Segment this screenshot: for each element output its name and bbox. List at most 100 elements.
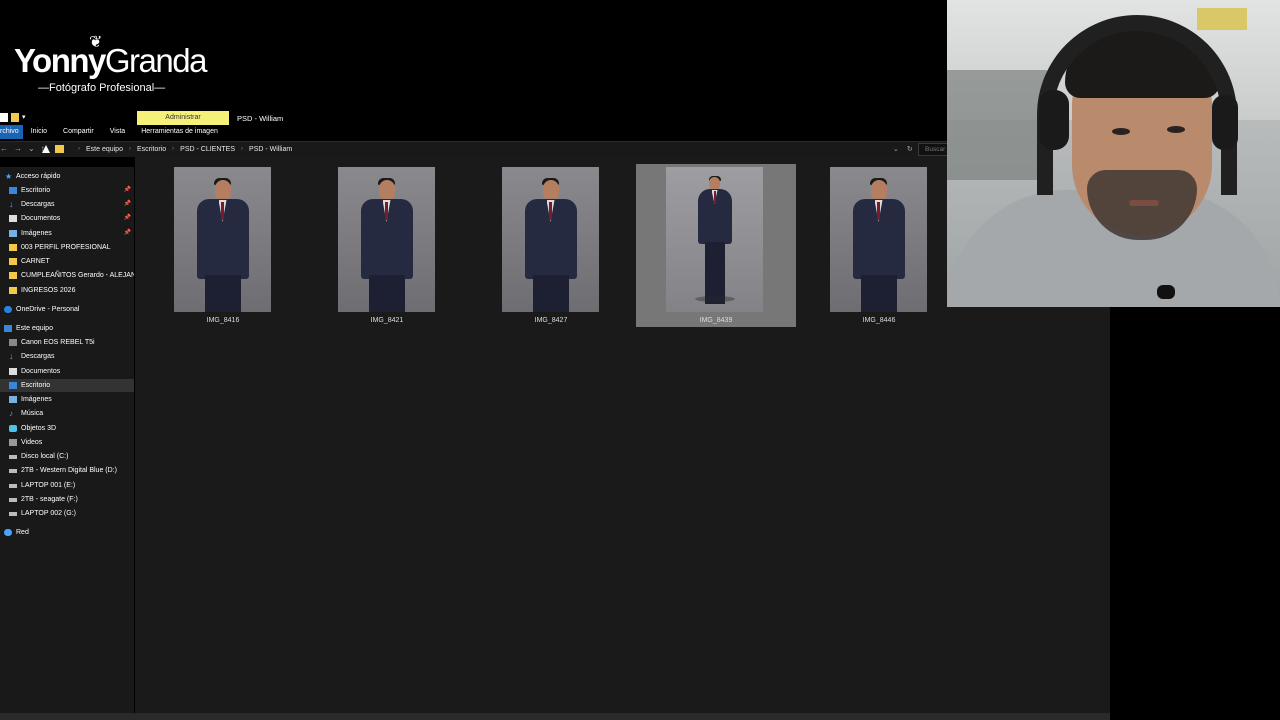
sidebar-item-label: Objetos 3D: [21, 425, 57, 432]
network-icon: [4, 529, 12, 536]
sidebar-item-drive-g[interactable]: LAPTOP 002 (G:): [0, 507, 134, 520]
sidebar-item-quick-access[interactable]: ★ Acceso rápido: [0, 170, 134, 183]
desktop-icon: [9, 187, 17, 194]
tab-manage[interactable]: Administrar: [137, 111, 229, 125]
screen: ❦ YonnyGranda —Fotógrafo Profesional— ▾ …: [0, 0, 1280, 720]
tab-image-tools[interactable]: Herramientas de imagen: [133, 125, 226, 139]
photo-preview: [666, 167, 763, 312]
webcam-shelf: [947, 70, 1047, 180]
tab-view[interactable]: Vista: [102, 125, 133, 139]
file-name[interactable]: IMG_8427: [471, 317, 631, 324]
sidebar-item-drive-d[interactable]: 2TB - Western Digital Blue (D:): [0, 464, 134, 477]
sidebar-item-documents-pinned[interactable]: Documentos 📌: [0, 212, 134, 225]
empty-area: [1110, 307, 1280, 720]
microphone-icon: [1157, 285, 1175, 299]
legs-shape: [204, 275, 241, 312]
crumb-desktop[interactable]: Escritorio: [137, 146, 166, 153]
legs-shape: [368, 275, 405, 312]
folder-icon: [9, 244, 17, 251]
chevron-right-icon[interactable]: ›: [241, 146, 243, 152]
sidebar-item-label: OneDrive - Personal: [16, 306, 80, 313]
sidebar-item-drive-c[interactable]: Disco local (C:): [0, 450, 134, 463]
drive-icon: [9, 469, 17, 473]
sidebar-item-label: Descargas: [21, 353, 55, 360]
folder-icon: [9, 272, 17, 279]
crumb-psd-clientes[interactable]: PSD - CLIENTES: [180, 146, 235, 153]
back-icon[interactable]: ←: [0, 144, 8, 153]
tab-share[interactable]: Compartir: [55, 125, 102, 139]
floor-shadow: [694, 296, 735, 302]
head-shape: [542, 180, 559, 200]
tab-file[interactable]: rchivo: [0, 125, 23, 139]
sidebar-item-drive-f[interactable]: 2TB - seagate (F:): [0, 493, 134, 506]
sidebar-item-network[interactable]: Red: [0, 526, 134, 539]
sidebar-item-label: Videos: [21, 439, 43, 446]
star-icon: ★: [5, 172, 13, 181]
sidebar-item-this-pc[interactable]: Este equipo: [0, 322, 134, 335]
sidebar-item-label: Descargas: [21, 201, 55, 208]
sidebar-item-camera[interactable]: Canon EOS REBEL T5i: [0, 336, 134, 349]
file-thumbnail[interactable]: IMG_8421: [322, 164, 482, 327]
sidebar-item-label: 2TB - seagate (F:): [21, 496, 78, 503]
sidebar-item-folder[interactable]: CUMPLEAÑITOS Gerardo - ALEJANDRA: [0, 269, 134, 282]
sidebar-item-pictures[interactable]: Imágenes: [0, 393, 134, 406]
address-controls: ⌄ ↻: [893, 145, 913, 153]
sidebar-item-folder[interactable]: 003 PERFIL PROFESIONAL: [0, 241, 134, 254]
sidebar-item-label: Documentos: [21, 368, 61, 375]
recent-chevron-icon[interactable]: ⌄: [28, 144, 35, 153]
status-bar: [0, 713, 1110, 720]
logo-tagline: —Fotógrafo Profesional—: [38, 82, 166, 94]
tab-home[interactable]: Inicio: [23, 125, 55, 139]
file-name[interactable]: IMG_8416: [143, 317, 303, 324]
sidebar-item-pictures-pinned[interactable]: Imágenes 📌: [0, 227, 134, 240]
sidebar-item-folder[interactable]: CARNET: [0, 255, 134, 268]
sidebar-item-label: Canon EOS REBEL T5i: [21, 339, 95, 346]
chevron-right-icon[interactable]: ›: [78, 146, 80, 152]
history-chevron-icon[interactable]: ⌄: [893, 146, 899, 153]
sidebar-item-label: 003 PERFIL PROFESIONAL: [21, 244, 111, 251]
sidebar-item-music[interactable]: ♪ Música: [0, 407, 134, 420]
sidebar-item-3d-objects[interactable]: Objetos 3D: [0, 422, 134, 435]
sidebar-item-downloads-pinned[interactable]: ↓ Descargas 📌: [0, 198, 134, 211]
chevron-down-icon[interactable]: ▾: [22, 113, 26, 122]
chevron-right-icon[interactable]: ›: [129, 146, 131, 152]
sidebar-item-label: Escritorio: [21, 382, 51, 389]
file-name[interactable]: IMG_8421: [307, 317, 467, 324]
refresh-icon[interactable]: ↻: [907, 146, 913, 153]
documents-icon: [9, 368, 17, 375]
file-name[interactable]: IMG_8446: [799, 317, 959, 324]
sidebar-item-documents[interactable]: Documentos: [0, 365, 134, 378]
navigation-pane: ★ Acceso rápido Escritorio 📌 ↓ Descargas…: [0, 167, 134, 720]
new-folder-icon[interactable]: [11, 113, 19, 122]
tie-shape: [877, 202, 880, 220]
sidebar-item-label: Acceso rápido: [16, 173, 61, 180]
sidebar-item-downloads[interactable]: ↓ Descargas: [0, 350, 134, 363]
sidebar-item-label: Imágenes: [21, 230, 52, 237]
drive-icon: [9, 498, 17, 502]
drive-icon: [9, 512, 17, 516]
legs-shape: [532, 275, 569, 312]
breadcrumb[interactable]: › Este equipo › Escritorio › PSD - CLIEN…: [55, 145, 292, 153]
sidebar-item-videos[interactable]: Videos: [0, 436, 134, 449]
sidebar-item-folder[interactable]: INGRESOS 2026: [0, 284, 134, 297]
sidebar-item-desktop[interactable]: Escritorio: [0, 379, 134, 392]
sidebar-item-label: Imágenes: [21, 396, 52, 403]
file-thumbnail[interactable]: IMG_8427: [486, 164, 646, 327]
sidebar-item-desktop-pinned[interactable]: Escritorio 📌: [0, 184, 134, 197]
crumb-this-pc[interactable]: Este equipo: [86, 146, 123, 153]
sidebar-item-onedrive[interactable]: OneDrive - Personal: [0, 303, 134, 316]
sidebar-item-drive-e[interactable]: LAPTOP 001 (E:): [0, 479, 134, 492]
documents-icon: [9, 215, 17, 222]
legs-shape: [860, 275, 897, 312]
crumb-psd-william[interactable]: PSD - William: [249, 146, 292, 153]
sidebar-item-label: Disco local (C:): [21, 453, 69, 460]
properties-icon[interactable]: [0, 113, 8, 122]
music-icon: ♪: [9, 409, 13, 418]
chevron-right-icon[interactable]: ›: [172, 146, 174, 152]
sidebar-item-label: LAPTOP 001 (E:): [21, 482, 76, 489]
sidebar-item-label: Escritorio: [21, 187, 51, 194]
file-name[interactable]: IMG_8439: [636, 317, 796, 324]
file-thumbnail-selected[interactable]: IMG_8439: [636, 164, 796, 327]
file-thumbnail[interactable]: IMG_8416: [158, 164, 318, 327]
forward-icon[interactable]: →: [14, 144, 22, 153]
